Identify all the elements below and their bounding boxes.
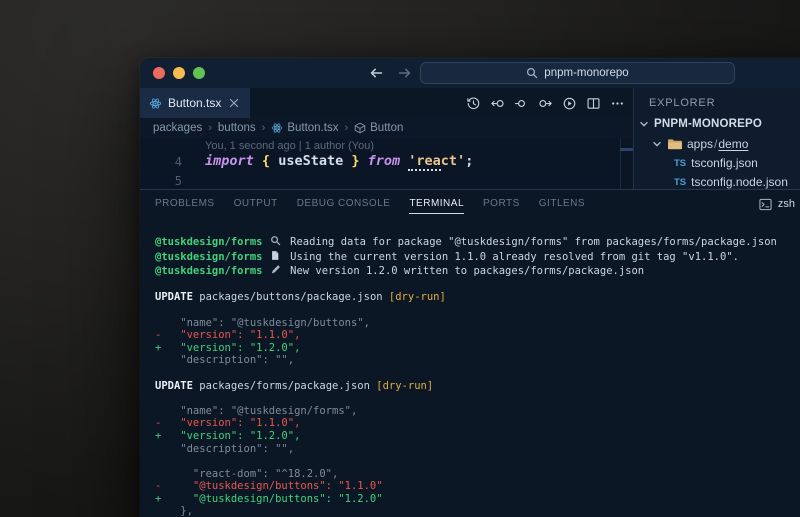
next-change-icon[interactable] <box>538 96 553 111</box>
code-line[interactable]: import { useState } from 'react'; <box>205 153 473 169</box>
code-editor[interactable]: You, 1 second ago | 1 author (You) 4 imp… <box>140 138 633 189</box>
terminal-line: "name": "@tuskdesign/buttons", <box>155 317 800 330</box>
panel-tab-gitlens[interactable]: GITLENS <box>539 191 585 217</box>
breadcrumb-separator: › <box>344 122 348 134</box>
more-actions-icon[interactable] <box>610 96 625 111</box>
panel-tab-ports[interactable]: PORTS <box>483 191 520 217</box>
terminal-line <box>155 455 800 468</box>
terminal-line: @tuskdesign/forms Using the current vers… <box>155 250 800 265</box>
close-window-button[interactable] <box>153 67 165 79</box>
breadcrumb-separator: › <box>208 122 212 134</box>
zoom-window-button[interactable] <box>193 67 205 79</box>
chevron-down-icon <box>639 119 649 129</box>
terminal-line <box>155 279 800 292</box>
change-dot-icon[interactable] <box>514 96 529 111</box>
typescript-icon: TS <box>674 158 686 169</box>
breadcrumb-item-button-tsx[interactable]: Button.tsx <box>271 122 338 134</box>
split-editor-icon[interactable] <box>586 96 601 111</box>
file-label: tsconfig.node.json <box>691 175 788 189</box>
command-center-search[interactable]: pnpm-monorepo <box>420 62 735 84</box>
explorer-header: EXPLORER <box>649 97 715 109</box>
breadcrumb-item-button[interactable]: Button <box>354 122 403 134</box>
desktop: { "titlebar": { "search": { "value": "pn… <box>0 0 800 517</box>
terminal-icon <box>759 198 772 211</box>
editor-scrollbar[interactable] <box>620 138 633 189</box>
run-icon[interactable] <box>562 96 577 111</box>
close-icon[interactable] <box>229 98 239 108</box>
breadcrumb-item-buttons[interactable]: buttons <box>218 122 256 134</box>
line-number: 4 <box>140 155 182 169</box>
terminal-line <box>155 367 800 380</box>
editor-group: Button.tsx packages › buttons › Button.tsx › B… <box>140 88 633 189</box>
panel-tab-terminal[interactable]: TERMINAL <box>409 191 464 217</box>
panel-tab-bar: PROBLEMS OUTPUT DEBUG CONSOLE TERMINAL PORTS… <box>140 190 800 218</box>
explorer-item-apps-demo[interactable]: apps/demo <box>652 137 748 151</box>
terminal-line: - "version": "1.1.0", <box>155 417 800 430</box>
document-icon <box>270 250 283 265</box>
editor-scrollbar-thumb[interactable] <box>620 148 633 151</box>
react-icon <box>149 97 162 110</box>
terminal-line: "description": "", <box>155 443 800 456</box>
tab-bar: Button.tsx <box>140 88 633 118</box>
tab-label: Button.tsx <box>168 96 221 110</box>
shell-selector[interactable]: zsh <box>778 198 795 210</box>
breadcrumb-separator: › <box>262 122 266 134</box>
search-value: pnpm-monorepo <box>544 67 628 79</box>
terminal-line: "react-dom": "^18.2.0", <box>155 468 800 481</box>
line-number-next: 5 <box>140 174 182 188</box>
pencil-icon <box>270 264 283 279</box>
terminal-line: - "@tuskdesign/buttons": "1.1.0" <box>155 480 800 493</box>
terminal-line: @tuskdesign/forms New version 1.2.0 writ… <box>155 264 800 279</box>
react-icon <box>271 122 283 134</box>
terminal-line <box>155 304 800 317</box>
explorer-item-tsconfig-node[interactable]: TS tsconfig.node.json <box>674 175 788 189</box>
terminal-line: UPDATE packages/forms/package.json [dry-… <box>155 380 800 393</box>
root-folder-label: PNPM-MONOREPO <box>654 118 762 130</box>
folder-icon <box>667 138 682 151</box>
chevron-down-icon <box>652 139 662 149</box>
folder-highlight: demo <box>718 137 748 151</box>
file-label: tsconfig.json <box>691 156 758 170</box>
explorer-sidebar: EXPLORER PNPM-MONOREPO apps/demo TS tsco… <box>633 88 800 189</box>
vscode-window: pnpm-monorepo Button.tsx <box>140 58 800 517</box>
breadcrumb: packages › buttons › Button.tsx › Button <box>140 118 633 138</box>
panel-tab-output[interactable]: OUTPUT <box>234 191 278 217</box>
panel-actions: zsh <box>759 190 800 218</box>
terminal-line: UPDATE packages/buttons/package.json [dr… <box>155 291 800 304</box>
explorer-item-tsconfig[interactable]: TS tsconfig.json <box>674 156 758 170</box>
back-button[interactable] <box>368 65 384 81</box>
folder-label: apps/demo <box>687 137 748 151</box>
panel-tab-problems[interactable]: PROBLEMS <box>155 191 215 217</box>
forward-button[interactable] <box>397 65 413 81</box>
title-bar[interactable]: pnpm-monorepo <box>140 58 800 88</box>
symbol-icon <box>354 122 366 134</box>
panel-tab-debug-console[interactable]: DEBUG CONSOLE <box>297 191 391 217</box>
traffic-lights <box>153 67 205 79</box>
terminal-line: - "version": "1.1.0", <box>155 329 800 342</box>
breadcrumb-item-packages[interactable]: packages <box>153 122 202 134</box>
explorer-root-folder[interactable]: PNPM-MONOREPO <box>639 118 762 130</box>
bottom-panel: PROBLEMS OUTPUT DEBUG CONSOLE TERMINAL PORTS… <box>140 189 800 517</box>
terminal-line: @tuskdesign/forms Reading data for packa… <box>155 235 800 250</box>
terminal-line: "name": "@tuskdesign/forms", <box>155 405 800 418</box>
editor-actions <box>466 88 625 118</box>
search-icon <box>526 67 538 79</box>
terminal-line: + "version": "1.2.0", <box>155 342 800 355</box>
terminal-line <box>155 392 800 405</box>
git-blame-annotation: You, 1 second ago | 1 author (You) <box>205 140 374 152</box>
minimize-window-button[interactable] <box>173 67 185 79</box>
typescript-icon: TS <box>674 177 686 188</box>
history-icon[interactable] <box>466 96 481 111</box>
terminal-line: "description": "", <box>155 354 800 367</box>
previous-change-icon[interactable] <box>490 96 505 111</box>
magnifier-icon <box>270 235 283 250</box>
terminal-line: + "@tuskdesign/buttons": "1.2.0" <box>155 493 800 506</box>
tab-button-tsx[interactable]: Button.tsx <box>140 88 250 118</box>
terminal-line: + "version": "1.2.0", <box>155 430 800 443</box>
terminal-output[interactable]: @tuskdesign/forms Reading data for packa… <box>155 218 800 517</box>
terminal-line: }, <box>155 505 800 517</box>
